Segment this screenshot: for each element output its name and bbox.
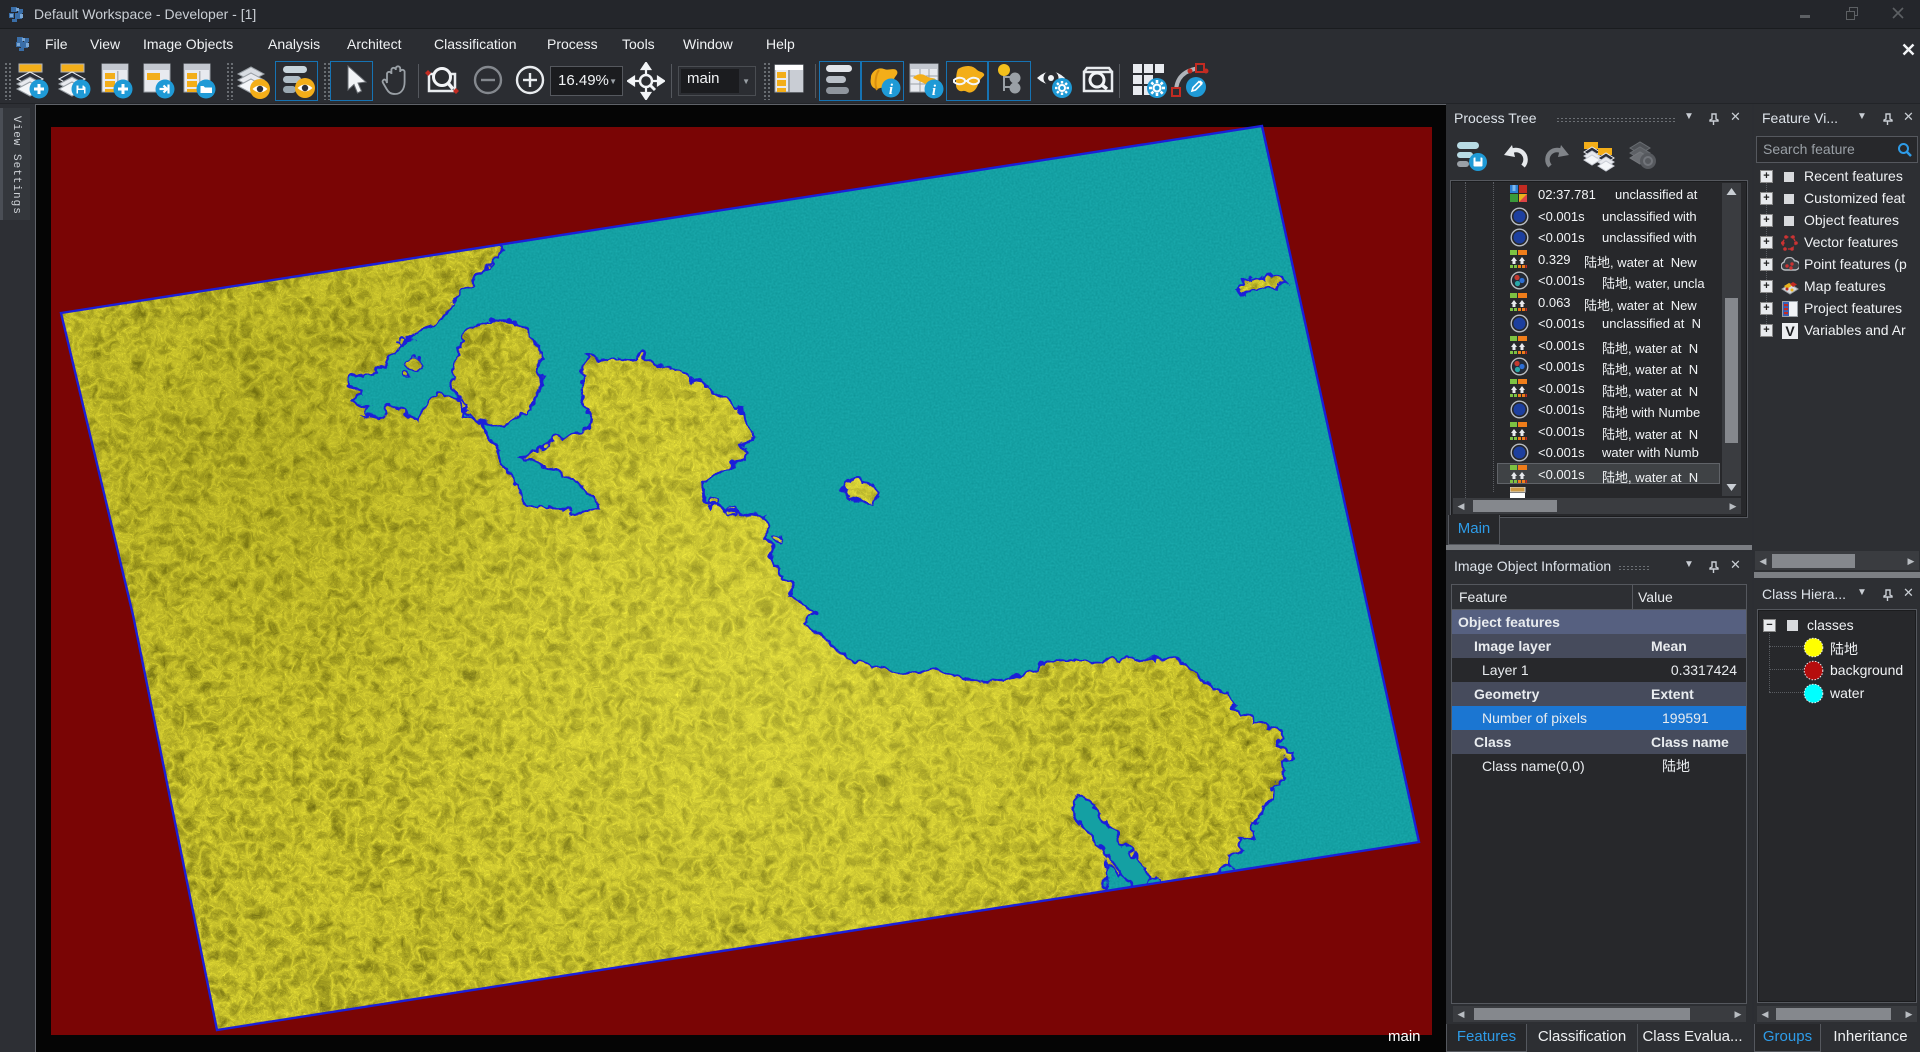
- svg-text:V: V: [1785, 323, 1795, 339]
